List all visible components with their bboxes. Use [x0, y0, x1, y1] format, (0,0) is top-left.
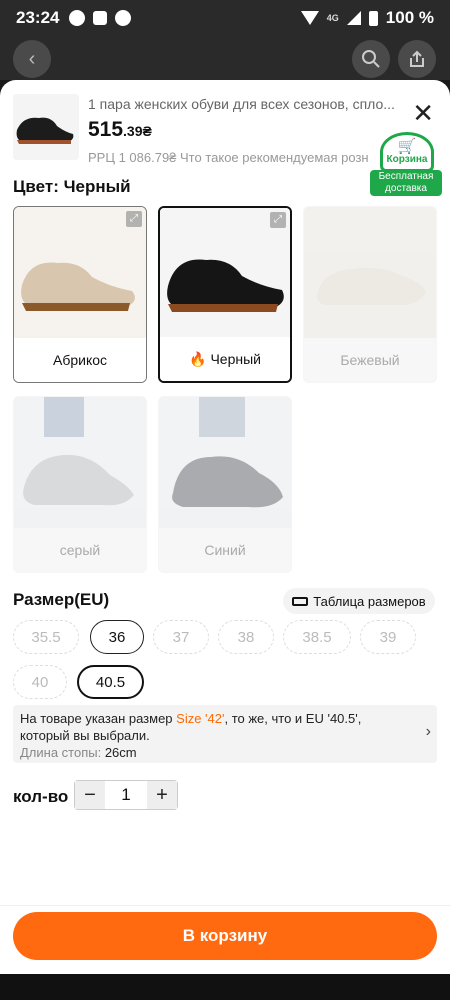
product-thumbnail	[13, 94, 79, 160]
color-option-label: Бежевый	[304, 338, 436, 382]
system-nav-bar	[0, 974, 450, 1000]
background-topbar: ‹	[0, 36, 450, 80]
color-option-label: Синий	[159, 528, 291, 572]
color-option-label: Черный	[210, 351, 261, 367]
search-button[interactable]	[352, 40, 390, 78]
color-option-apricot[interactable]: ⤢ Абрикос	[13, 206, 147, 383]
size-option[interactable]: 37	[153, 620, 209, 654]
recommended-retail-price[interactable]: РРЦ 1 086.79₴ Что такое рекомендуемая ро…	[88, 150, 380, 165]
size-option[interactable]: 36	[90, 620, 144, 654]
blue-shoe-image	[159, 397, 291, 530]
share-button[interactable]	[398, 40, 436, 78]
color-option-blue[interactable]: Синий	[158, 396, 292, 573]
increment-button[interactable]: +	[147, 781, 177, 809]
black-shoe-image	[160, 208, 290, 341]
color-option-label: серый	[14, 528, 146, 572]
cart-badge-label: Корзина	[386, 154, 428, 165]
size-option[interactable]: 39	[360, 620, 416, 654]
quantity-label: кол-во	[13, 787, 69, 806]
wifi-icon	[300, 11, 319, 25]
size-option[interactable]: 35.5	[13, 620, 79, 654]
size-option-selected[interactable]: 40.5	[77, 665, 144, 699]
size-table-button[interactable]: Таблица размеров	[283, 588, 435, 614]
cart-icon: 🛒	[397, 138, 417, 155]
note-highlight: Size '42'	[176, 711, 225, 726]
notification-icon	[69, 10, 86, 26]
color-option-label: Абрикос	[14, 338, 146, 382]
color-section-label: Цвет: Черный	[13, 177, 131, 196]
apricot-shoe-image	[14, 207, 146, 340]
battery-icon	[368, 10, 378, 26]
steps-icon	[93, 11, 108, 25]
foot-length-label: Длина стопы:	[20, 745, 105, 760]
beige-shoe-image	[304, 207, 436, 340]
product-title: 1 пара женских обуви для всех сезонов, с…	[88, 96, 395, 112]
note-text: На товаре указан размер	[20, 711, 177, 726]
expand-icon[interactable]: ⤢	[126, 211, 142, 227]
black-shoe-image	[13, 94, 79, 160]
color-option-beige[interactable]: Бежевый	[303, 206, 437, 383]
flame-icon: 🔥	[189, 350, 207, 367]
product-price: 515.39₴	[88, 118, 152, 142]
decrement-button[interactable]: −	[75, 781, 105, 809]
cart-shortcut[interactable]: 🛒 Корзина Бесплатная доставка	[370, 132, 442, 196]
search-icon	[362, 50, 380, 68]
close-icon: ✕	[412, 98, 434, 128]
close-button[interactable]: ✕	[412, 100, 434, 126]
divider	[0, 905, 450, 906]
network-type: 4G	[326, 13, 339, 23]
share-icon	[410, 50, 424, 67]
expand-icon[interactable]: ⤢	[270, 212, 286, 228]
product-options-sheet: 1 пара женских обуви для всех сезонов, с…	[0, 80, 450, 974]
battery-level: 100 %	[385, 8, 434, 27]
quantity-value[interactable]: 1	[105, 785, 147, 805]
gray-shoe-image	[14, 397, 146, 530]
foot-length-value: 26cm	[104, 745, 137, 760]
size-conversion-note[interactable]: На товаре указан размер Size '42', то же…	[13, 705, 437, 763]
size-option[interactable]: 38.5	[283, 620, 351, 654]
signal-icon	[346, 11, 361, 25]
dot-icon	[115, 10, 132, 26]
color-option-gray[interactable]: серый	[13, 396, 147, 573]
size-table-label: Таблица размеров	[313, 593, 426, 609]
price-cents: .39₴	[123, 123, 152, 139]
chevron-right-icon: ›	[425, 723, 431, 740]
size-option[interactable]: 38	[218, 620, 274, 654]
status-time: 23:24	[16, 8, 60, 27]
color-option-black[interactable]: ⤢ 🔥 Черный	[158, 206, 292, 383]
add-to-cart-button[interactable]: В корзину	[13, 912, 437, 960]
size-section-label: Размер(EU)	[13, 590, 110, 609]
size-option[interactable]: 40	[13, 665, 67, 699]
quantity-stepper: − 1 +	[74, 780, 178, 810]
free-shipping-ribbon: Бесплатная доставка	[370, 170, 442, 196]
chevron-left-icon: ‹	[28, 47, 36, 70]
price-main: 515	[88, 118, 124, 141]
status-bar: 23:24 4G 100 %	[0, 0, 450, 36]
ruler-icon	[292, 596, 309, 606]
back-button[interactable]: ‹	[13, 40, 51, 78]
